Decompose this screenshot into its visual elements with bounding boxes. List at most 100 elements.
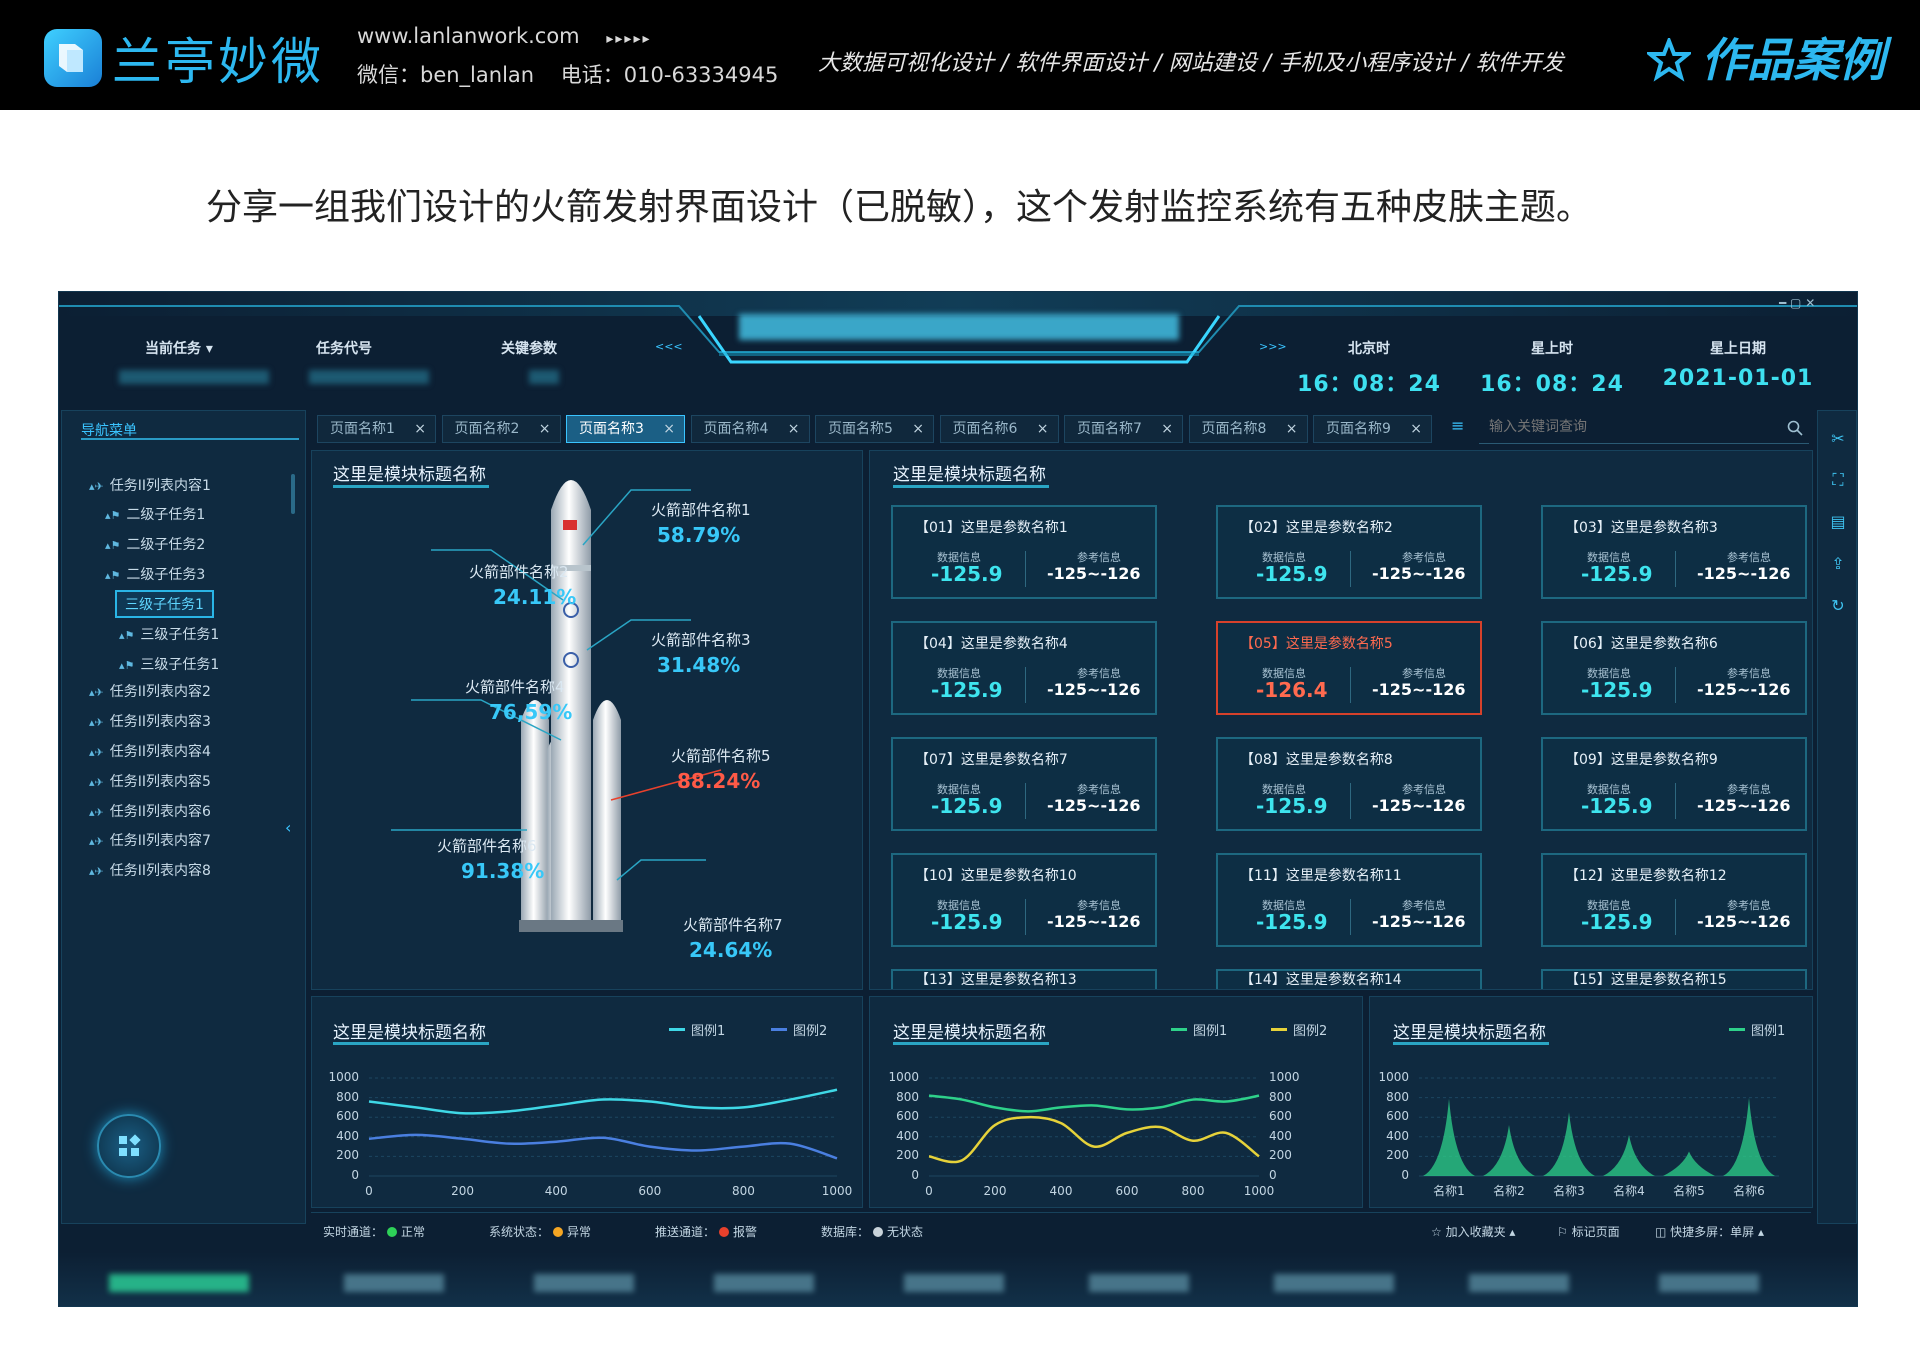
legend-item[interactable]: 图例2 — [1271, 1020, 1327, 1039]
footer-item-4-redacted[interactable] — [714, 1274, 814, 1292]
footer-item-5-redacted[interactable] — [904, 1274, 1004, 1292]
rocket-part-value: 88.24% — [677, 769, 761, 793]
param-card[interactable]: 【06】这里是参数名称6 数据信息 参考信息 -125.9 -125~-126 — [1541, 621, 1807, 715]
param-value: -125.9 — [1581, 794, 1653, 818]
tab-9[interactable]: 页面名称9 × — [1313, 415, 1432, 443]
x-tick-label: 400 — [544, 1184, 568, 1198]
status-db-label: 数据库： — [821, 1225, 870, 1239]
brand-logo — [44, 29, 102, 87]
close-icon[interactable]: × — [912, 416, 924, 442]
param-card[interactable]: 【07】这里是参数名称7 数据信息 参考信息 -125.9 -125~-126 — [891, 737, 1157, 831]
card-divider — [1350, 551, 1351, 587]
rocket-part-value: 58.79% — [657, 523, 741, 547]
card-divider — [1025, 899, 1026, 935]
rocket-part-label: 火箭部件名称6 — [437, 837, 537, 855]
param-card[interactable]: 【12】这里是参数名称12 数据信息 参考信息 -125.9 -125~-126 — [1541, 853, 1807, 947]
legend-swatch — [1171, 1028, 1187, 1031]
param-card[interactable]: 【01】这里是参数名称1 数据信息 参考信息 -125.9 -125~-126 — [891, 505, 1157, 599]
param-name: 【05】这里是参数名称5 — [1240, 636, 1393, 652]
rocket-part-label: 火箭部件名称7 — [683, 916, 783, 934]
param-ref-range: -125~-126 — [1047, 564, 1141, 583]
param-card[interactable]: 【15】这里是参数名称15 — [1541, 969, 1807, 989]
series-line — [368, 1088, 838, 1115]
param-card[interactable]: 【13】这里是参数名称13 — [891, 969, 1157, 989]
tab-1[interactable]: 页面名称1 × — [317, 415, 436, 443]
footer-item-2-redacted[interactable] — [344, 1274, 444, 1292]
x-tick-label: 名称4 — [1613, 1184, 1645, 1198]
param-card[interactable]: 【09】这里是参数名称9 数据信息 参考信息 -125.9 -125~-126 — [1541, 737, 1807, 831]
footer-item-9-redacted[interactable] — [1659, 1274, 1759, 1292]
status-db-state: 无状态 — [887, 1225, 924, 1239]
tab-3[interactable]: 页面名称3 × — [566, 415, 685, 443]
cases-link[interactable]: 作品案例 — [1644, 24, 1885, 90]
param-card[interactable]: 【05】这里是参数名称5 数据信息 参考信息 -126.4 -125~-126 — [1216, 621, 1482, 715]
y2-tick-label: 0 — [1269, 1168, 1277, 1182]
y-tick-label: 0 — [911, 1168, 919, 1182]
param-value: -126.4 — [1256, 678, 1328, 702]
area-peak — [1483, 1125, 1535, 1176]
param-ref-range: -125~-126 — [1697, 680, 1791, 699]
footer-item-3-redacted[interactable] — [534, 1274, 634, 1292]
footer-item-7-redacted[interactable] — [1274, 1274, 1394, 1292]
status-warn-dot — [553, 1227, 564, 1237]
tab-8[interactable]: 页面名称8 × — [1188, 415, 1308, 443]
tab-2[interactable]: 页面名称2 × — [441, 415, 561, 443]
x-tick-label: 名称5 — [1673, 1184, 1705, 1198]
favorite-button[interactable]: ☆ 加入收藏夹 ▴ — [1431, 1223, 1515, 1240]
close-icon[interactable]: × — [1037, 416, 1049, 442]
status-none-dot — [873, 1227, 884, 1237]
y-tick-label: 1000 — [1378, 1070, 1409, 1084]
param-name: 【15】这里是参数名称15 — [1565, 972, 1727, 988]
param-card[interactable]: 【02】这里是参数名称2 数据信息 参考信息 -125.9 -125~-126 — [1216, 505, 1482, 599]
rocket-part-value: 91.38% — [461, 859, 545, 883]
param-value: -125.9 — [1581, 562, 1653, 586]
legend-item[interactable]: 图例2 — [771, 1020, 827, 1039]
y-tick-label: 800 — [896, 1089, 919, 1104]
rocket-part-value: 24.64% — [689, 938, 773, 962]
param-card[interactable]: 【03】这里是参数名称3 数据信息 参考信息 -125.9 -125~-126 — [1541, 505, 1807, 599]
param-name: 【04】这里是参数名称4 — [915, 636, 1068, 652]
param-card[interactable]: 【08】这里是参数名称8 数据信息 参考信息 -125.9 -125~-126 — [1216, 737, 1482, 831]
card-divider — [1675, 783, 1676, 819]
x-tick-label: 800 — [731, 1184, 755, 1198]
y-tick-label: 0 — [351, 1168, 359, 1182]
close-icon[interactable]: × — [539, 416, 551, 442]
param-ref-range: -125~-126 — [1372, 564, 1466, 583]
series-line — [368, 1133, 838, 1160]
tab-7[interactable]: 页面名称7 × — [1064, 415, 1183, 443]
footer-item-6-redacted[interactable] — [1089, 1274, 1189, 1292]
legend-item[interactable]: 图例1 — [1729, 1020, 1785, 1039]
param-card[interactable]: 【10】这里是参数名称10 数据信息 参考信息 -125.9 -125~-126 — [891, 853, 1157, 947]
site-url[interactable]: www.lanlanwork.com ▸▸▸▸▸ — [357, 24, 652, 48]
legend-label: 图例2 — [1293, 1024, 1328, 1039]
legend-swatch — [1729, 1028, 1745, 1031]
wechat-text: 微信：ben_lanlan — [357, 63, 535, 87]
tab-5[interactable]: 页面名称5 × — [815, 415, 934, 443]
service-list: 大数据可视化设计 / 软件界面设计 / 网站建设 / 手机及小程序设计 / 软件… — [818, 51, 1564, 76]
close-icon[interactable]: × — [1286, 416, 1298, 442]
close-icon[interactable]: × — [1410, 416, 1422, 442]
tab-6[interactable]: 页面名称6 × — [939, 415, 1059, 443]
footer-item-1-redacted[interactable] — [109, 1274, 249, 1292]
close-icon[interactable]: × — [663, 416, 675, 442]
mark-page-button[interactable]: ⚐ 标记页面 — [1557, 1223, 1620, 1240]
param-card[interactable]: 【11】这里是参数名称11 数据信息 参考信息 -125.9 -125~-126 — [1216, 853, 1482, 947]
legend-item[interactable]: 图例1 — [1171, 1020, 1227, 1039]
y-tick-label: 800 — [1386, 1089, 1409, 1104]
close-icon[interactable]: × — [1161, 416, 1173, 442]
legend-item[interactable]: 图例1 — [669, 1020, 725, 1039]
area-peak — [1543, 1112, 1595, 1176]
banner: 兰亭妙微 www.lanlanwork.com ▸▸▸▸▸ 微信：ben_lan… — [0, 0, 1920, 110]
legend-swatch — [771, 1028, 787, 1031]
multiscreen-button[interactable]: ◫ 快捷多屏：单屏 ▴ — [1655, 1223, 1764, 1240]
param-card[interactable]: 【04】这里是参数名称4 数据信息 参考信息 -125.9 -125~-126 — [891, 621, 1157, 715]
param-ref-range: -125~-126 — [1697, 796, 1791, 815]
param-name: 【12】这里是参数名称12 — [1565, 868, 1727, 884]
close-icon[interactable]: × — [414, 416, 426, 442]
card-divider — [1675, 667, 1676, 703]
tab-4[interactable]: 页面名称4 × — [690, 415, 810, 443]
x-tick-label: 名称3 — [1553, 1184, 1585, 1198]
param-card[interactable]: 【14】这里是参数名称14 — [1216, 969, 1482, 989]
footer-item-8-redacted[interactable] — [1469, 1274, 1569, 1292]
close-icon[interactable]: × — [788, 416, 800, 442]
